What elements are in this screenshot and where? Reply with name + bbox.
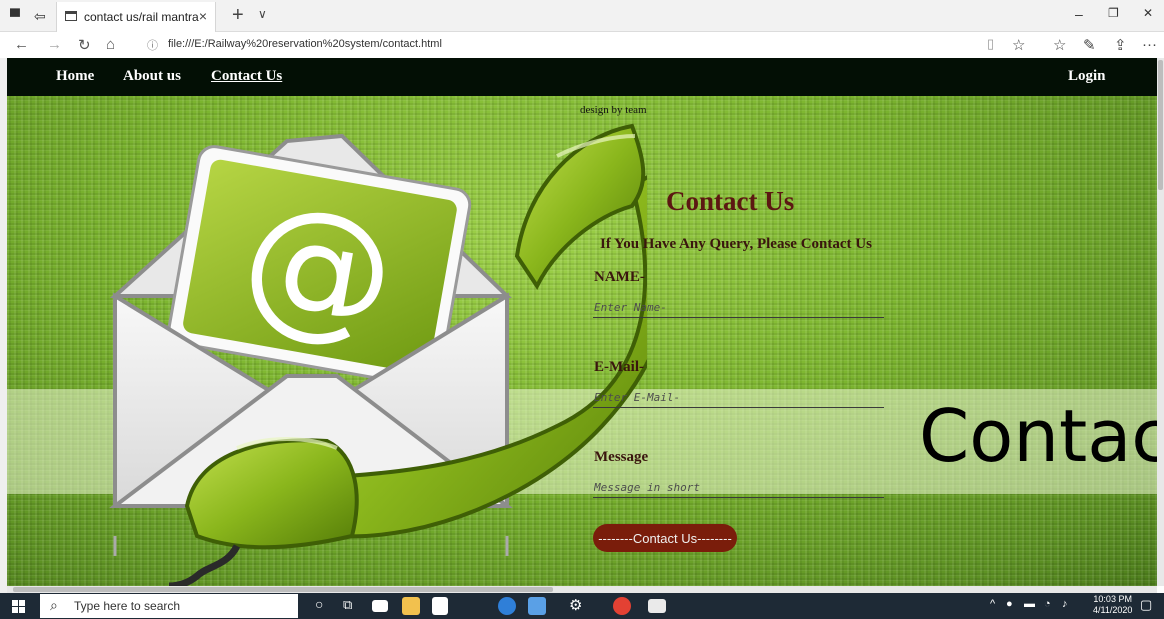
taskbar-clock[interactable]: 10:03 PM 4/11/2020 [1093,594,1132,616]
volume-icon[interactable]: ♪ [1062,598,1068,610]
browser-address-bar: ← → ↻ ⌂ ⓘ file:///E:/Railway%20reservati… [0,32,1164,58]
tray-chevron-icon[interactable]: ^ [990,598,995,610]
design-credit: design by team [580,104,647,116]
windows-start-icon[interactable] [12,600,25,613]
refresh-icon[interactable]: ↻ [78,36,91,54]
back-arrow-icon[interactable]: ← [14,36,29,53]
site-navbar: Home About us Contact Us Login [7,58,1157,96]
share-icon[interactable]: ⇪ [1114,36,1127,54]
form-subtitle: If You Have Any Query, Please Contact Us [600,236,872,252]
svg-text:@: @ [230,169,408,366]
url-text[interactable]: file:///E:/Railway%20reservation%20syste… [168,38,442,50]
taskbar-search-box[interactable]: ⌕ Type here to search [40,594,298,618]
window-minimize-button[interactable]: – [1075,6,1083,22]
nav-link-about[interactable]: About us [123,68,181,85]
nav-link-contact[interactable]: Contact Us [211,68,282,85]
favorite-star-icon[interactable]: ☆ [1012,36,1025,54]
page-favicon-icon [65,11,77,21]
edge-browser-icon[interactable] [498,597,516,615]
clock-date: 4/11/2020 [1093,605,1133,615]
window-close-button[interactable]: ✕ [1143,6,1153,20]
email-label: E-Mail- [594,359,644,375]
mail-app-icon[interactable] [372,600,388,612]
tab-title: contact us/rail mantra [84,10,199,24]
tab-list-chevron-icon[interactable]: ∨ [258,7,267,21]
tray-app-icon[interactable]: ● [1006,598,1013,610]
cortana-icon[interactable]: ○ [315,596,323,612]
new-tab-button[interactable]: + [232,4,244,27]
paint-app-icon[interactable] [528,597,546,615]
home-icon[interactable]: ⌂ [106,36,115,53]
left-gutter [0,58,7,593]
vertical-scrollbar[interactable] [1157,58,1164,586]
site-info-icon[interactable]: ⓘ [147,37,158,53]
contact-illustration: @ [109,123,647,586]
email-input[interactable] [593,387,884,408]
name-input[interactable] [593,297,884,318]
hero-contact-text: Contac [919,394,1157,478]
nav-link-login[interactable]: Login [1068,68,1106,85]
message-label: Message [594,449,649,465]
contact-us-submit-button[interactable]: --------Contact Us-------- [593,524,737,552]
page-viewport: Home About us Contact Us Login Contac @ … [7,58,1157,586]
tab-actions-icon[interactable]: ▀ [10,8,20,24]
forward-arrow-icon[interactable]: → [47,36,62,53]
form-title: Contact Us [666,186,795,216]
clock-time: 10:03 PM [1093,594,1132,604]
file-explorer-icon[interactable] [402,597,420,615]
windows-taskbar: ⌕ Type here to search ○ ⧉ ⚙ ^ ● ▬ ◔ ♪ 10… [0,593,1164,619]
chrome-browser-icon[interactable] [613,597,631,615]
url-field[interactable]: ⓘ file:///E:/Railway%20reservation%20sys… [140,35,1000,55]
message-input[interactable] [593,477,884,498]
vertical-scroll-thumb[interactable] [1158,60,1163,190]
battery-icon[interactable]: ▬ [1024,598,1035,610]
horizontal-scrollbar[interactable] [7,586,1157,593]
set-tabs-aside-icon[interactable]: ⇦ [34,8,46,24]
reading-view-icon[interactable]: ▯ [987,36,994,52]
photos-app-icon[interactable] [648,599,666,613]
nav-link-home[interactable]: Home [56,68,94,85]
favorites-bar-icon[interactable]: ☆ [1053,36,1066,54]
window-maximize-button[interactable]: ❐ [1108,6,1119,20]
browser-tab-bar: ▀ ⇦ contact us/rail mantra × + ∨ – ❐ ✕ [0,0,1164,32]
name-label: NAME- [594,269,645,285]
pen-notes-icon[interactable]: ✎ [1083,36,1096,54]
network-icon[interactable]: ◔ [1044,598,1051,610]
store-app-icon[interactable] [432,597,448,615]
browser-tab-contact[interactable]: contact us/rail mantra × [56,2,216,32]
horizontal-scroll-thumb[interactable] [13,587,553,592]
action-center-icon[interactable]: ▢ [1140,597,1152,613]
task-view-icon[interactable]: ⧉ [343,597,352,613]
settings-gear-icon[interactable]: ⚙ [569,596,582,614]
tab-close-button[interactable]: × [199,8,207,24]
search-icon: ⌕ [50,597,58,613]
taskbar-search-placeholder: Type here to search [74,599,181,613]
more-menu-icon[interactable]: ··· [1142,36,1157,53]
